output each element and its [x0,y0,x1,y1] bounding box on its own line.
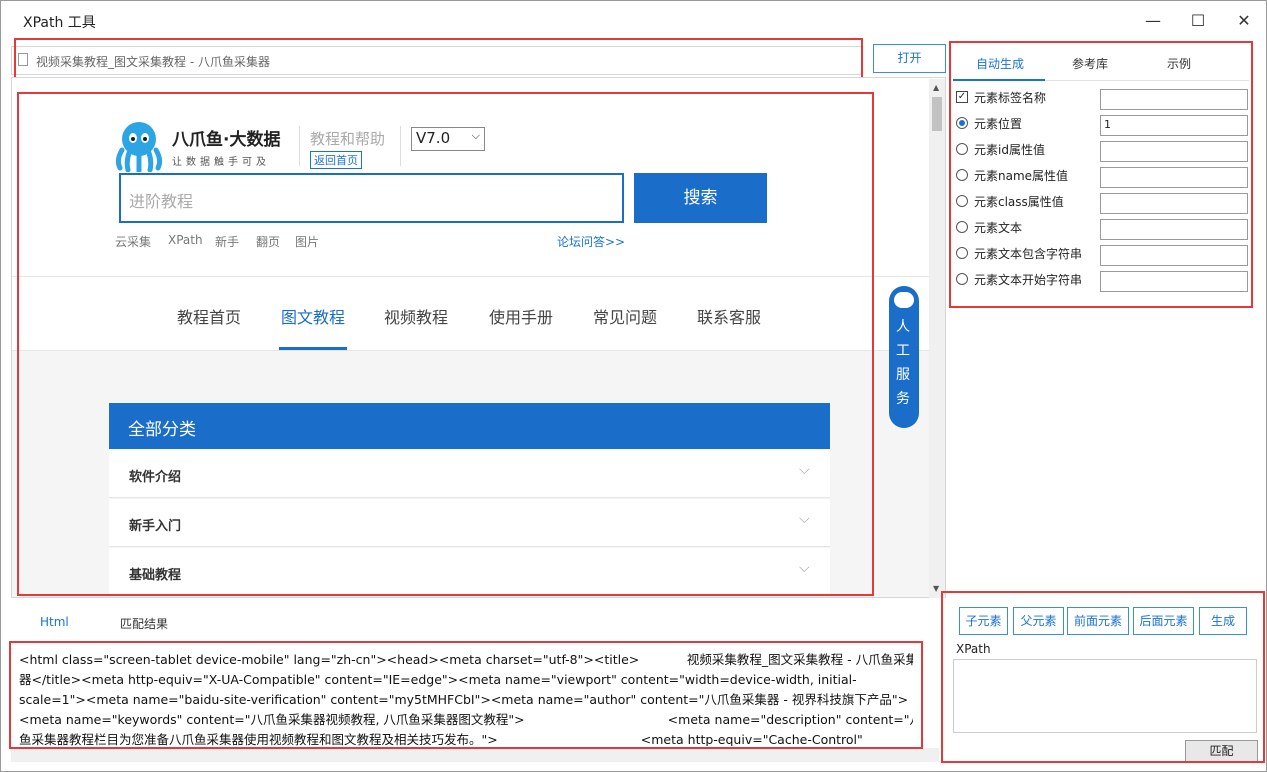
tab-match-result[interactable]: 匹配结果 [120,615,168,632]
service-float-button[interactable]: 人工服务 [889,286,919,428]
xpath-tool-window: XPath 工具 — ☐ ✕ 视频采集教程_图文采集教程 - 八爪鱼采集器 打开… [0,0,1267,772]
window-title: XPath 工具 [23,15,96,31]
highlight-options [949,41,1253,308]
title-bar: XPath 工具 — ☐ ✕ [1,1,1266,41]
chat-icon [894,292,914,308]
code-scrollbar[interactable] [11,748,939,762]
service-char: 服 [896,367,910,383]
scrollbar-thumb[interactable] [932,97,942,131]
service-char: 务 [896,391,910,407]
highlight-address [14,38,863,80]
tab-html[interactable]: Html [40,615,69,629]
scroll-up-icon[interactable]: ▲ [933,83,939,92]
close-button[interactable]: ✕ [1224,7,1264,35]
service-char: 人 [896,319,910,335]
highlight-browser [17,92,874,596]
minimize-button[interactable]: — [1133,7,1173,35]
open-button[interactable]: 打开 [873,44,946,73]
browser-scrollbar[interactable]: ▲ ▼ [929,79,945,598]
scroll-down-icon[interactable]: ▼ [933,584,939,593]
service-char: 工 [896,343,910,359]
highlight-xpath [941,591,1265,763]
maximize-button[interactable]: ☐ [1178,7,1218,35]
highlight-html [9,641,923,749]
